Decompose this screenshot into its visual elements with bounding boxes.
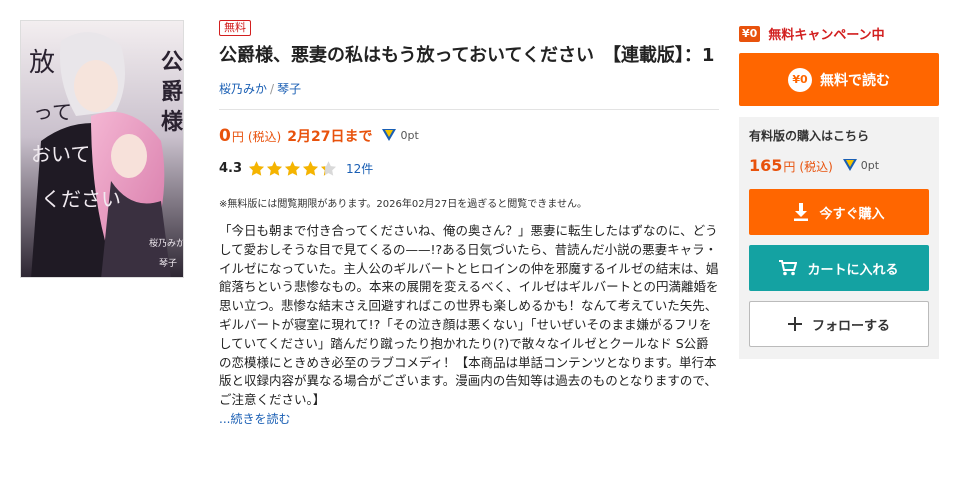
paid-label: 有料版の購入はこちら — [749, 129, 870, 143]
buy-now-label: 今すぐ購入 — [819, 206, 885, 222]
cover-illustration: 公 爵 様 放 って おいて ください 桜乃みか 琴子 — [21, 21, 184, 277]
buy-now-button[interactable]: 今すぐ購入 — [749, 189, 929, 235]
paid-purchase-box: 有料版の購入はこちら 165 円 (税込) 0pt 今すぐ購入 カートに入れる … — [739, 117, 939, 359]
svg-text:爵: 爵 — [161, 79, 183, 105]
author-link[interactable]: 琴子 — [277, 82, 301, 96]
add-to-cart-button[interactable]: カートに入れる — [749, 245, 929, 291]
review-count-link[interactable]: 12件 — [346, 160, 373, 177]
svg-text:様: 様 — [161, 109, 184, 135]
book-title: 公爵様、悪妻の私はもう放っておいてください 【連載版】：1 — [219, 45, 715, 66]
paid-points-value: 0pt — [860, 158, 880, 172]
author-list: 桜乃みか / 琴子 — [219, 80, 719, 97]
free-period-notice: ※無料版には閲覧期限があります。2026年02月27日を過ぎると閲覧できません。 — [219, 199, 587, 210]
read-free-button[interactable]: ¥0 無料で読む — [739, 53, 939, 106]
svg-text:おいて: おいて — [31, 142, 90, 166]
paid-price-row: 165 円 (税込) 0pt — [749, 156, 929, 175]
rating-score: 4.3 — [219, 161, 243, 176]
author-separator: / — [270, 82, 275, 96]
star-full-icon — [267, 161, 283, 176]
campaign-banner: ¥0 無料キャンペーン中 — [739, 24, 939, 43]
star-partial-icon — [321, 161, 337, 176]
divider — [219, 109, 719, 110]
yen-zero-icon: ¥0 — [788, 67, 812, 92]
star-full-icon — [285, 161, 301, 176]
free-badge: 無料 — [219, 20, 251, 36]
svg-text:琴子: 琴子 — [159, 258, 177, 269]
svg-text:って: って — [33, 100, 72, 124]
paid-price-tax: (税込) — [799, 160, 833, 174]
points-display: 0pt — [382, 128, 419, 142]
book-cover[interactable]: 公 爵 様 放 って おいて ください 桜乃みか 琴子 — [20, 20, 184, 278]
free-price-row: 0 円 (税込) 2月27日まで 0pt — [219, 126, 719, 146]
yen-zero-badge: ¥0 — [739, 25, 761, 42]
read-more-link[interactable]: ...続きを読む — [219, 410, 719, 427]
star-rating — [248, 160, 338, 177]
svg-text:桜乃みか: 桜乃みか — [149, 237, 184, 249]
follow-button[interactable]: フォローする — [749, 301, 929, 347]
follow-label: フォローする — [811, 318, 890, 334]
price-tax: (税込) — [247, 130, 282, 144]
svg-text:ください: ください — [41, 187, 121, 211]
synopsis: 「今日も朝まで付き合ってくださいね、俺の奥さん？」悪妻に転生したはずなのに、どう… — [219, 223, 719, 408]
star-full-icon — [303, 161, 319, 176]
plus-icon — [787, 317, 802, 331]
price-amount: 0 — [219, 126, 231, 146]
paid-price-unit: 円 — [783, 160, 796, 174]
svg-text:放: 放 — [29, 48, 55, 78]
campaign-text: 無料キャンペーン中 — [768, 28, 885, 43]
download-arrow-icon — [793, 203, 809, 221]
cart-icon — [779, 260, 798, 276]
t-point-icon — [842, 159, 857, 171]
purchase-sidebar: ¥0 無料キャンペーン中 ¥0 無料で読む 有料版の購入はこちら 165 円 (… — [739, 24, 939, 359]
star-full-icon — [249, 161, 265, 176]
paid-points-display: 0pt — [842, 158, 880, 172]
t-point-icon — [382, 129, 397, 141]
points-value: 0pt — [400, 128, 419, 142]
rating-row: 4.3 12件 — [219, 160, 719, 177]
read-free-label: 無料で読む — [820, 72, 890, 89]
svg-text:公: 公 — [161, 49, 183, 75]
book-info: 無料 公爵様、悪妻の私はもう放っておいてください 【連載版】：1 桜乃みか / 琴子… — [219, 16, 719, 427]
add-to-cart-label: カートに入れる — [807, 262, 899, 278]
free-deadline: 2月27日まで — [287, 129, 373, 145]
paid-price: 165 — [749, 156, 783, 175]
author-link[interactable]: 桜乃みか — [219, 82, 267, 96]
price-unit: 円 — [231, 130, 244, 144]
